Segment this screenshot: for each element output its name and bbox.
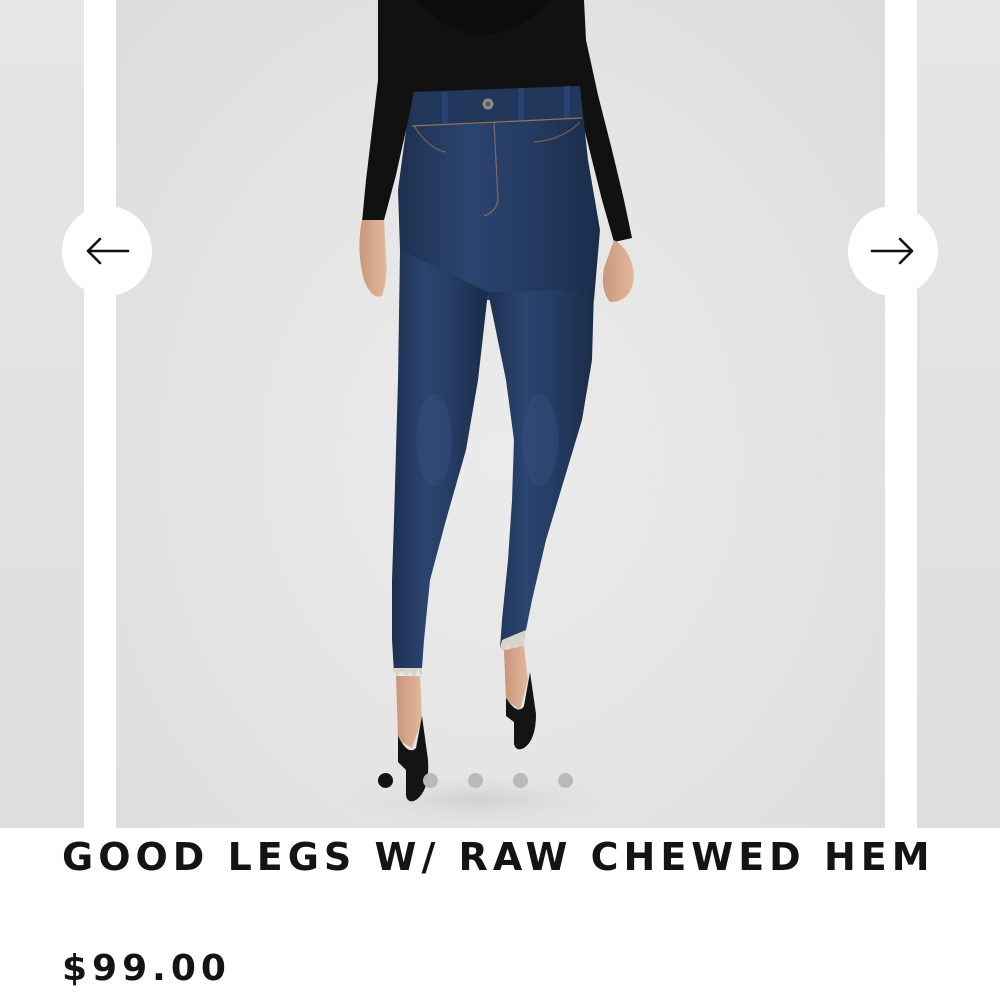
arrow-right-icon xyxy=(870,237,914,265)
arrow-left-icon xyxy=(86,237,130,265)
previous-image-button[interactable] xyxy=(62,206,152,296)
current-slide[interactable] xyxy=(116,0,885,828)
product-photo xyxy=(338,0,634,826)
pagination-dot[interactable] xyxy=(378,772,393,788)
product-page: GOOD LEGS W/ RAW CHEWED HEM $99.00 xyxy=(0,0,1000,1000)
previous-slide-peek[interactable] xyxy=(0,0,84,828)
next-slide-peek[interactable] xyxy=(917,0,1000,828)
pagination-dot[interactable] xyxy=(468,772,483,788)
pagination-dot[interactable] xyxy=(558,772,573,788)
pagination-dot[interactable] xyxy=(423,772,438,788)
carousel-pagination xyxy=(378,772,573,788)
product-title: GOOD LEGS W/ RAW CHEWED HEM xyxy=(62,835,935,879)
next-image-button[interactable] xyxy=(848,206,938,296)
product-image-carousel[interactable] xyxy=(0,0,1000,828)
pagination-dot[interactable] xyxy=(513,772,528,788)
product-price: $99.00 xyxy=(62,948,231,989)
